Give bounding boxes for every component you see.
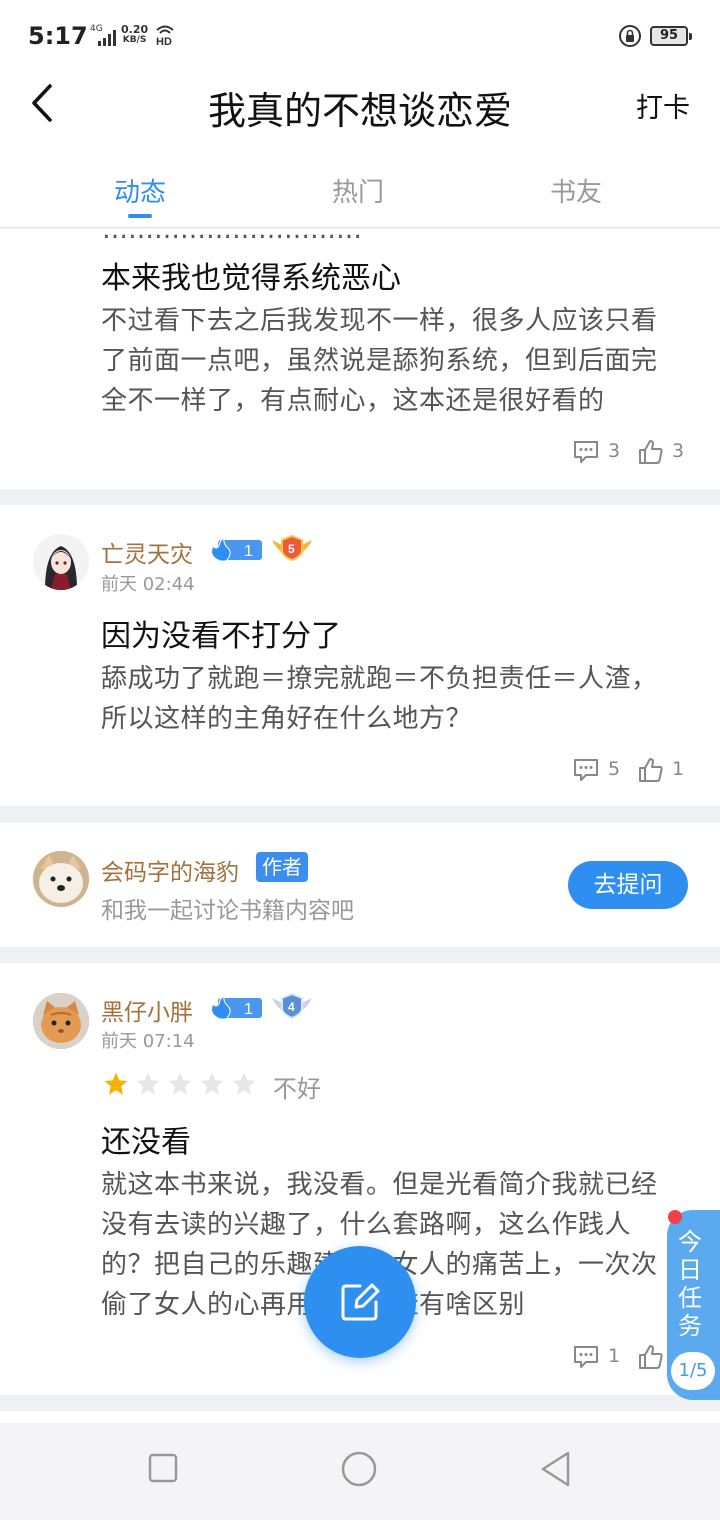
username[interactable]: 亡灵天灾: [101, 535, 193, 569]
post-body: 不过看下去之后我发现不一样，很多人应该只看 了前面一点吧，虽然说是舔狗系统，但到…: [101, 301, 701, 421]
post-body-line: 所以这样的主角好在什么地方？: [101, 704, 473, 734]
post-card[interactable]: [0, 1411, 720, 1423]
daily-task-title: 今日任务: [678, 1228, 702, 1340]
recent-apps-icon[interactable]: [147, 1452, 179, 1484]
tab-friends[interactable]: 书友: [516, 172, 636, 209]
post-body: 舔成功了就跑＝撩完就跑＝不负担责任＝人渣， 所以这样的主角好在什么地方？: [101, 659, 701, 739]
tab-indicator: [128, 214, 152, 218]
svg-text:1: 1: [244, 1001, 253, 1018]
rank-medal-badge: 4: [270, 992, 314, 1020]
daily-task-progress: 1/5: [671, 1352, 715, 1390]
username[interactable]: 黑仔小胖: [101, 993, 193, 1027]
post-actions: 3 3: [572, 438, 690, 468]
clipped-text: …………………………: [102, 229, 362, 245]
system-nav-bar: [0, 1424, 720, 1520]
rank-medal-badge: 5: [270, 534, 314, 562]
comment-button[interactable]: 5: [572, 756, 622, 786]
avatar[interactable]: [33, 534, 89, 590]
author-card[interactable]: 会码字的海豹 作者 和我一起讨论书籍内容吧 去提问: [0, 823, 720, 947]
like-count: 1: [672, 758, 685, 780]
comment-button[interactable]: 1: [572, 1343, 622, 1373]
screen: 5:17 4G 0.20 KB/S HD 95 我真的不想谈恋爱 打卡 动态 热…: [0, 0, 720, 1520]
svg-text:5: 5: [288, 542, 295, 556]
anime-girl-avatar-icon: [33, 534, 89, 590]
rating-label: 不好: [273, 1075, 321, 1103]
tab-bar: 动态 热门 书友: [0, 152, 720, 228]
star-icon: [136, 1072, 160, 1095]
hd-icon: HD: [156, 25, 174, 46]
rotation-lock-icon: [619, 25, 641, 47]
post-body-line: 舔成功了就跑＝撩完就跑＝不负担责任＝人渣，: [101, 664, 658, 694]
post-card[interactable]: ………………………… 本来我也觉得系统恶心 不过看下去之后我发现不一样，很多人应…: [0, 229, 720, 489]
star-icon: [200, 1072, 224, 1095]
comment-count: 3: [608, 440, 621, 462]
post-title: 因为没看不打分了: [101, 619, 341, 654]
svg-text:1: 1: [244, 543, 253, 560]
signal-icon: [98, 30, 116, 46]
fan-level-badge: 1: [208, 537, 262, 562]
home-icon[interactable]: [340, 1450, 378, 1488]
edit-icon: [341, 1283, 380, 1321]
post-title: 本来我也觉得系统恶心: [101, 261, 401, 296]
cat-avatar-icon: [33, 993, 89, 1049]
author-name[interactable]: 会码字的海豹: [101, 853, 239, 887]
tab-activity[interactable]: 动态: [80, 172, 200, 209]
avatar[interactable]: [33, 993, 89, 1049]
post-actions: 5 1: [572, 756, 690, 786]
top-bar: 我真的不想谈恋爱 打卡: [0, 72, 720, 152]
post-title: 还没看: [101, 1125, 191, 1160]
battery-indicator: 95: [650, 26, 692, 46]
notification-dot: [668, 1210, 682, 1224]
like-count: 3: [672, 440, 685, 462]
author-desc: 和我一起讨论书籍内容吧: [101, 898, 354, 924]
like-button[interactable]: 1: [638, 756, 690, 786]
comment-icon: [574, 759, 598, 781]
thumbs-up-icon: [639, 758, 663, 782]
speed-value: 0.20: [121, 23, 149, 36]
post-card[interactable]: 亡灵天灾 1 5 前天 02:44 因为没看不打分了 舔成功了就跑＝撩完就跑＝不…: [0, 505, 720, 806]
back-nav-icon[interactable]: [538, 1450, 574, 1488]
post-body-line: 不过看下去之后我发现不一样，很多人应该只看: [101, 306, 658, 336]
comment-button[interactable]: 3: [572, 438, 622, 468]
post-body-line: 没有去读的兴趣了，什么套路啊，这么作践人: [101, 1210, 632, 1240]
page-title: 我真的不想谈恋爱: [207, 89, 512, 133]
post-body-line: 了前面一点吧，虽然说是舔狗系统，但到后面完: [101, 346, 658, 376]
fan-level-badge: 1: [208, 995, 262, 1020]
network-speed: 0.20 KB/S: [121, 24, 148, 46]
checkin-button[interactable]: 打卡: [636, 86, 690, 125]
speed-unit: KB/S: [122, 35, 147, 45]
star-icon: [104, 1072, 128, 1095]
post-body-line: 全不一样了，有点耐心，这本还是很好看的: [101, 386, 605, 416]
star-icon: [168, 1072, 192, 1095]
compose-button[interactable]: [304, 1246, 416, 1358]
svg-text:4: 4: [288, 1000, 295, 1014]
star-icon: [232, 1072, 256, 1095]
comment-count: 5: [608, 758, 621, 780]
comment-count: 1: [608, 1345, 621, 1367]
status-bar: 5:17 4G 0.20 KB/S HD 95: [0, 0, 720, 72]
dog-avatar-icon: [33, 851, 89, 907]
post-body-line: 就这本书来说，我没看。但是光看简介我就已经: [101, 1170, 658, 1200]
post-time: 前天 02:44: [101, 574, 195, 595]
post-time: 前天 07:14: [101, 1031, 195, 1052]
author-avatar[interactable]: [33, 851, 89, 907]
tab-popular[interactable]: 热门: [298, 172, 418, 209]
like-button[interactable]: 3: [638, 438, 690, 468]
feed-list[interactable]: ………………………… 本来我也觉得系统恶心 不过看下去之后我发现不一样，很多人应…: [0, 229, 720, 1423]
svg-text:HD: HD: [156, 36, 172, 46]
thumbs-up-icon: [639, 1345, 663, 1369]
author-tag: 作者: [256, 852, 308, 882]
comment-icon: [574, 1346, 598, 1368]
comment-icon: [574, 441, 598, 463]
status-time: 5:17: [28, 22, 88, 50]
thumbs-up-icon: [639, 440, 663, 464]
daily-task-tab[interactable]: 今日任务 1/5: [667, 1210, 720, 1400]
ask-question-button[interactable]: 去提问: [568, 861, 688, 909]
